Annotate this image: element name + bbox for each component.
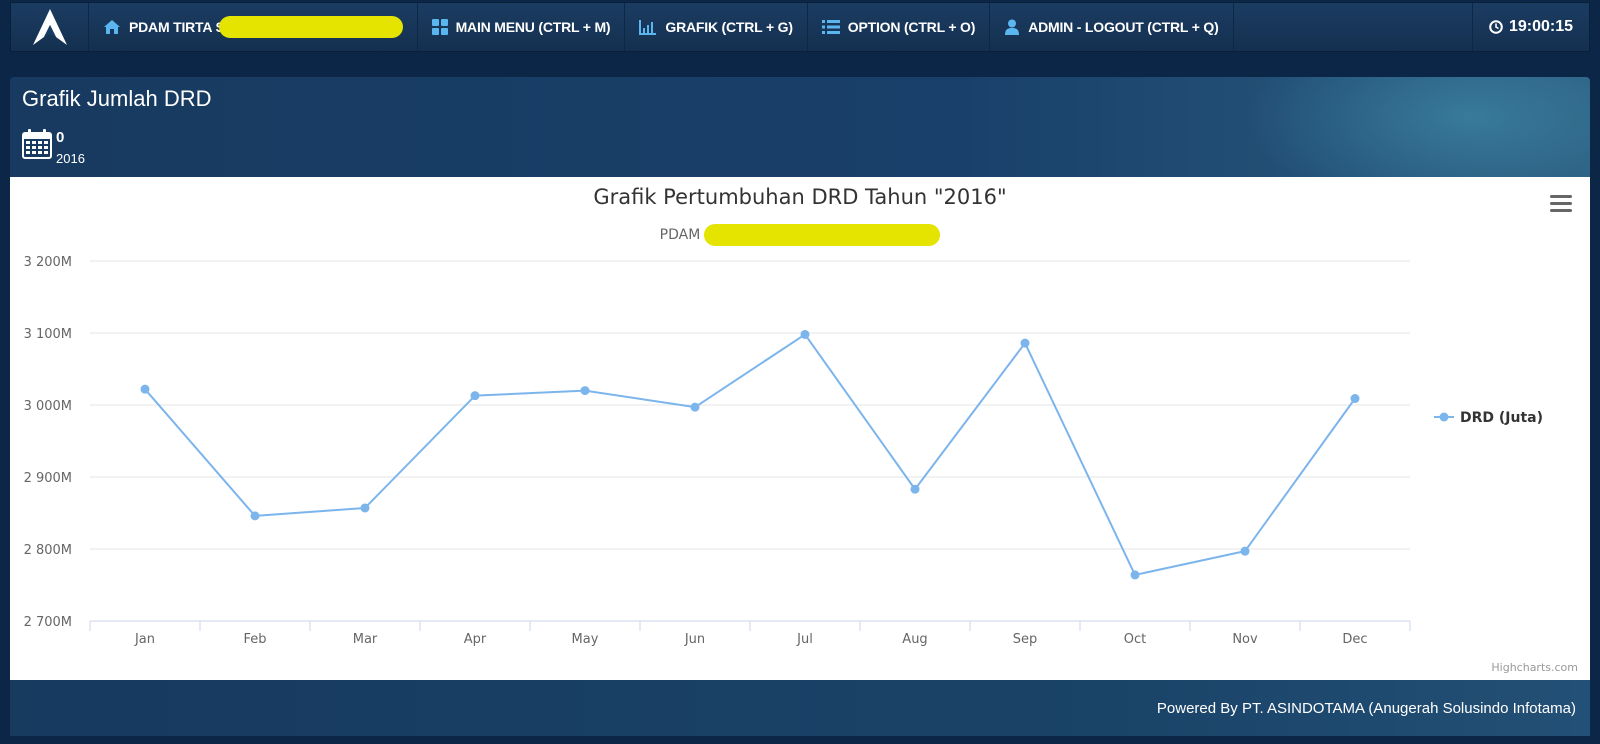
legend-marker xyxy=(1439,412,1449,422)
line-chart: 2 700M 2 800M 2 900M 3 000M 3 100M 3 200M Jan F… xyxy=(24,255,1543,647)
legend-label[interactable]: DRD (Juta) xyxy=(1460,410,1543,426)
y-tick-label: 2 800M xyxy=(24,543,72,558)
data-point[interactable] xyxy=(360,503,370,513)
nav-home[interactable]: PDAM TIRTA S xyxy=(89,3,418,51)
data-point[interactable] xyxy=(140,384,150,394)
nav-grafik[interactable]: GRAFIK (CTRL + G) xyxy=(625,3,808,51)
nav-admin-logout[interactable]: ADMIN - LOGOUT (CTRL + Q) xyxy=(990,3,1234,51)
x-tick-label: Apr xyxy=(464,632,487,647)
nav-home-label: PDAM TIRTA S xyxy=(129,19,225,35)
chart-legend[interactable]: DRD (Juta) xyxy=(1434,410,1543,426)
period-year: 2016 xyxy=(56,151,85,166)
period-selector[interactable]: 0 2016 xyxy=(22,129,85,165)
nav-option-label: OPTION (CTRL + O) xyxy=(847,19,976,35)
x-tick-label: Jan xyxy=(134,632,155,647)
series-line xyxy=(144,333,1356,576)
page-header: Grafik Jumlah DRD 0 2016 xyxy=(10,77,1590,177)
data-point[interactable] xyxy=(1020,338,1030,348)
x-tick-label: Aug xyxy=(902,632,927,647)
x-tick-label: Dec xyxy=(1342,632,1367,647)
data-point[interactable] xyxy=(580,386,590,396)
y-tick-label: 3 200M xyxy=(24,255,72,270)
nav-admin-logout-label: ADMIN - LOGOUT (CTRL + Q) xyxy=(1028,19,1219,35)
footer: Powered By PT. ASINDOTAMA (Anugerah Solu… xyxy=(10,680,1590,736)
clock: 19:00:15 xyxy=(1471,3,1589,51)
data-point[interactable] xyxy=(1130,570,1140,580)
data-point[interactable] xyxy=(250,511,260,521)
x-tick-label: Oct xyxy=(1124,632,1146,647)
y-tick-label: 2 900M xyxy=(24,471,72,486)
nav-option[interactable]: OPTION (CTRL + O) xyxy=(808,3,991,51)
calendar-icon xyxy=(22,129,52,159)
x-tick-label: Nov xyxy=(1232,632,1258,647)
x-tick-label: Mar xyxy=(353,632,378,647)
nav-grafik-label: GRAFIK (CTRL + G) xyxy=(665,19,793,35)
data-point[interactable] xyxy=(910,484,920,494)
x-tick-label: Jun xyxy=(684,632,705,647)
y-tick-label: 2 700M xyxy=(24,615,72,630)
top-navbar: PDAM TIRTA S MAIN MENU (CTRL + M) GRAFIK… xyxy=(10,2,1590,52)
chart-credits[interactable]: Highcharts.com xyxy=(1491,661,1578,674)
x-tick-label: May xyxy=(572,632,599,647)
data-point[interactable] xyxy=(800,329,810,339)
nav-main-menu[interactable]: MAIN MENU (CTRL + M) xyxy=(418,3,626,51)
footer-text: Powered By PT. ASINDOTAMA (Anugerah Solu… xyxy=(1156,699,1576,717)
data-point[interactable] xyxy=(690,402,700,412)
logo-icon xyxy=(32,9,67,45)
data-point[interactable] xyxy=(470,391,480,401)
data-point[interactable] xyxy=(1350,394,1360,404)
app-logo[interactable] xyxy=(11,3,89,51)
x-tick-label: Feb xyxy=(243,632,266,647)
data-point[interactable] xyxy=(1240,546,1250,556)
home-icon xyxy=(104,20,120,34)
redacted-name xyxy=(218,16,403,38)
period-count: 0 xyxy=(56,129,65,146)
chart-container: Grafik Pertumbuhan DRD Tahun "2016" PDAM… xyxy=(10,177,1590,680)
grid-icon xyxy=(431,19,448,35)
list-icon xyxy=(821,20,840,34)
x-tick-label: Jul xyxy=(796,632,813,647)
x-tick-label: Sep xyxy=(1013,632,1038,647)
nav-main-menu-label: MAIN MENU (CTRL + M) xyxy=(455,19,611,35)
user-icon xyxy=(1005,19,1020,35)
y-tick-label: 3 100M xyxy=(24,327,72,342)
page-title: Grafik Jumlah DRD xyxy=(22,86,212,111)
clock-icon xyxy=(1489,20,1503,34)
bar-chart-icon xyxy=(639,20,657,35)
clock-time: 19:00:15 xyxy=(1508,18,1573,35)
y-tick-label: 3 000M xyxy=(24,399,72,414)
